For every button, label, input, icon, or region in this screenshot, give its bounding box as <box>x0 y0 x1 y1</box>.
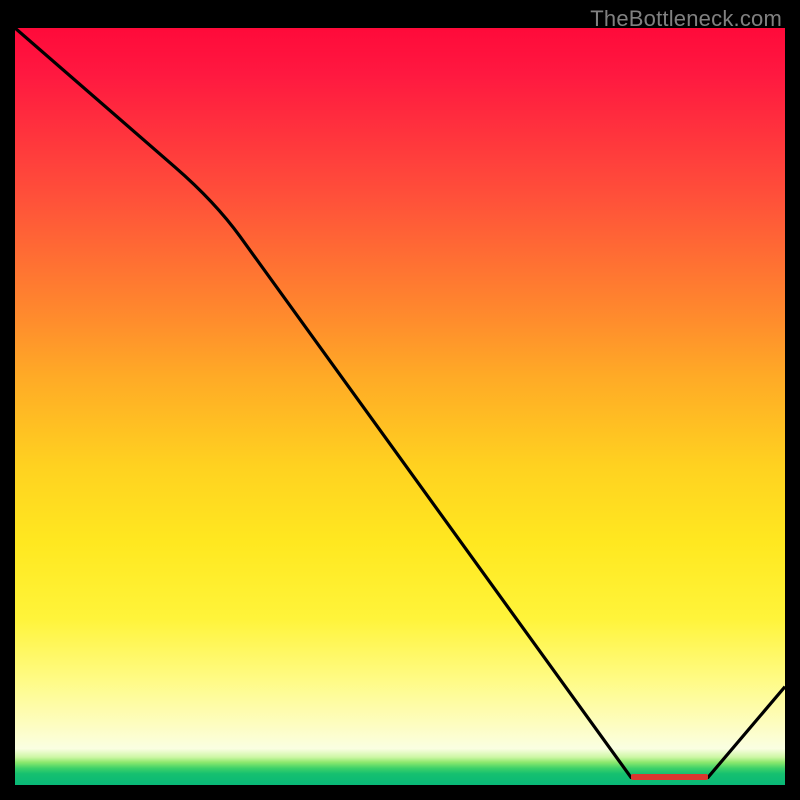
bottleneck-curve-path <box>15 28 785 777</box>
chart-frame: TheBottleneck.com <box>0 0 800 800</box>
plot-area <box>15 28 785 785</box>
optimal-range-marker <box>631 774 708 780</box>
curve-svg <box>15 28 785 785</box>
